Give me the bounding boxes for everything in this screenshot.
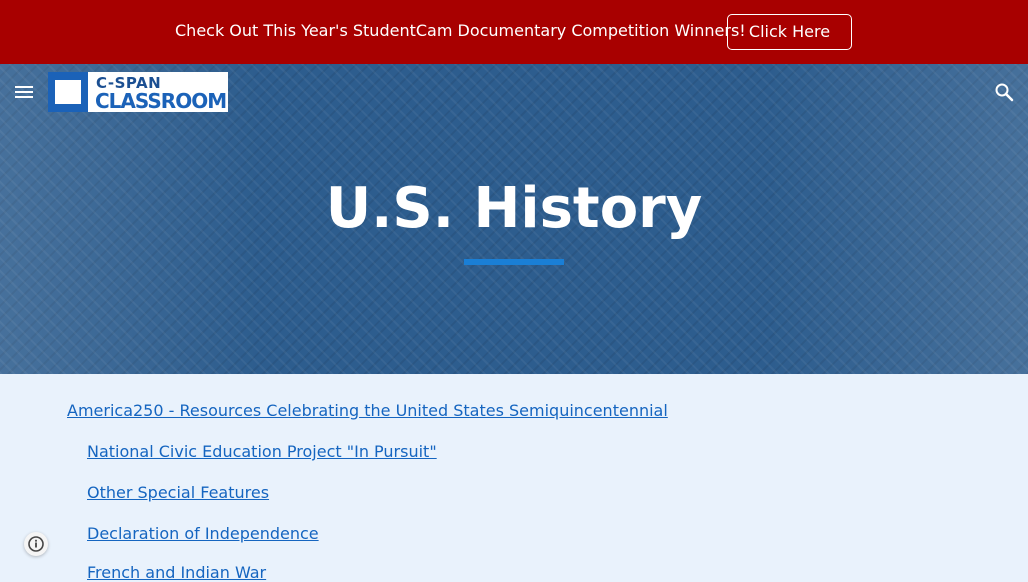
cspan-classroom-logo[interactable]: C-SPAN CLASSROOM <box>48 72 228 113</box>
link-other-special-features[interactable]: Other Special Features <box>87 483 269 502</box>
link-declaration-of-independence[interactable]: Declaration of Independence <box>87 524 319 543</box>
click-here-button[interactable]: Click Here <box>727 14 852 50</box>
search-icon[interactable] <box>992 80 1016 104</box>
banner-text: Check Out This Year's StudentCam Documen… <box>175 21 746 40</box>
link-america250[interactable]: America250 - Resources Celebrating the U… <box>67 401 668 420</box>
logo-bottom-text: CLASSROOM <box>95 89 227 113</box>
hero-header: C-SPAN CLASSROOM U.S. History <box>0 64 1028 374</box>
info-icon[interactable] <box>24 532 48 556</box>
links-list: America250 - Resources Celebrating the U… <box>0 374 1028 582</box>
link-civic-education-project[interactable]: National Civic Education Project "In Pur… <box>87 442 437 461</box>
title-underline <box>464 259 564 265</box>
announcement-banner: Check Out This Year's StudentCam Documen… <box>0 0 1028 64</box>
page-title: U.S. History <box>325 176 703 241</box>
menu-icon[interactable] <box>12 80 36 104</box>
link-french-and-indian-war[interactable]: French and Indian War <box>87 563 266 582</box>
logo-mark <box>48 72 88 112</box>
